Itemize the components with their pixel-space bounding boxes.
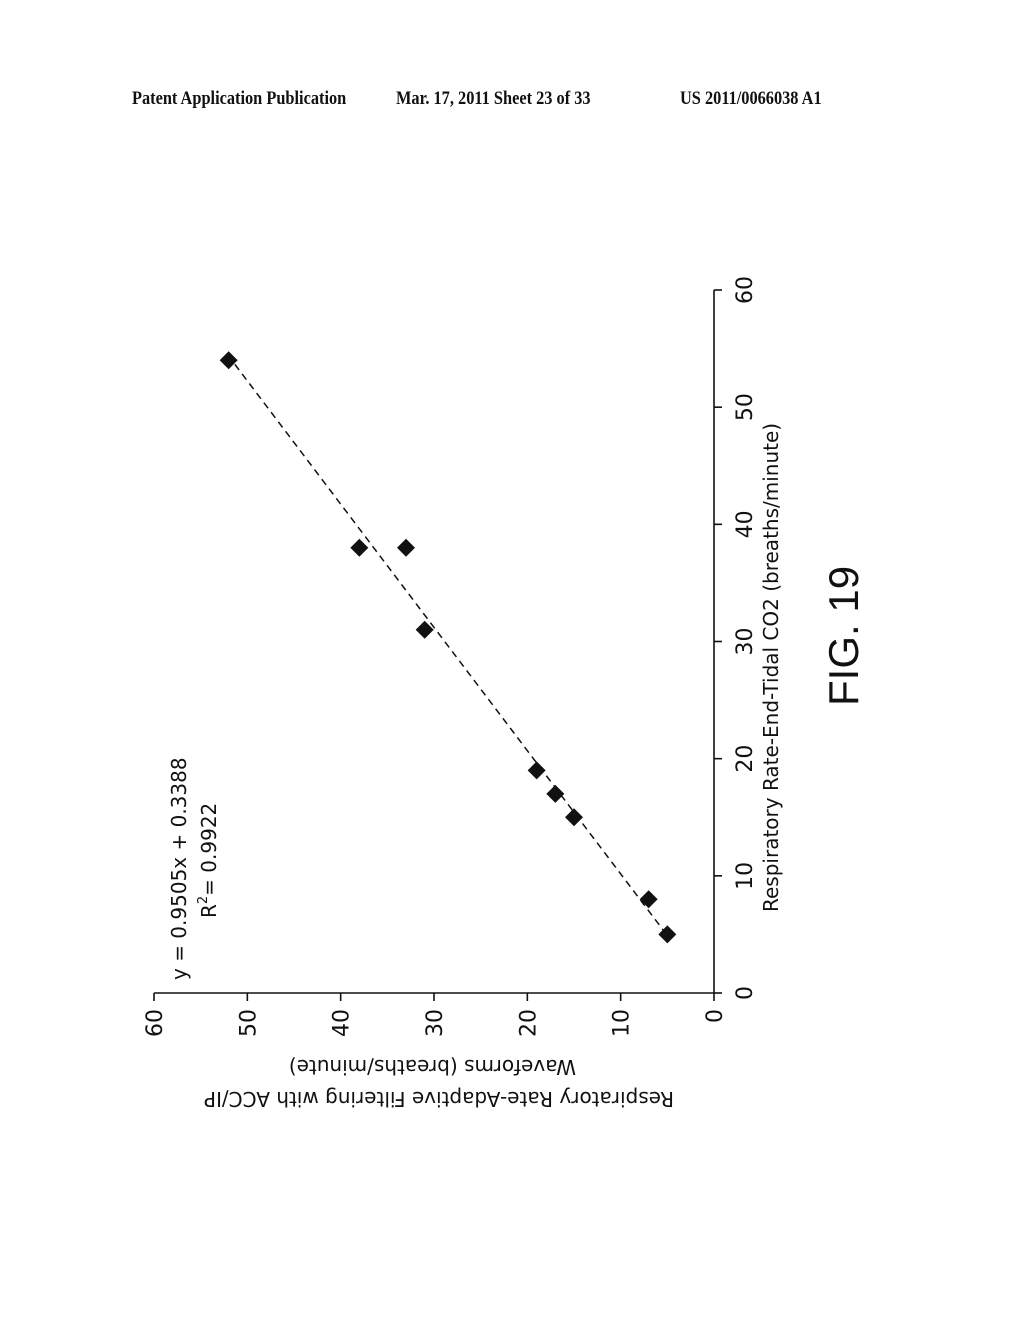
y-tick-label: 40 [330,1009,355,1037]
x-axis-label: Respiratory Rate-End-Tidal CO2 (breaths/… [759,423,783,912]
x-tick-label: 10 [733,862,758,890]
y-tick-label: 0 [703,1009,728,1023]
x-tick-label: 60 [733,276,758,304]
r-squared-value: = 0.9922 [197,803,221,896]
figure-label-text: FIG. 19 [820,566,867,706]
figure-label: FIG. 19 [820,566,867,706]
y-tick-label: 50 [236,1009,261,1037]
x-tick-label: 30 [733,628,758,656]
r-squared-prefix: R [197,904,221,918]
scatter-chart: 0 10 20 30 40 50 60 0 10 20 30 40 50 60 Respiratory … [143,276,867,1111]
r-squared-exponent: 2 [196,896,211,904]
r-squared: R2= 0.9922 [196,803,221,918]
data-point [397,538,415,557]
data-point [527,761,546,780]
data-point [219,351,238,370]
x-tick-label: 50 [733,393,758,421]
y-tick-label: 10 [610,1009,635,1037]
x-tick-label: 20 [733,745,758,773]
data-point [639,890,658,909]
y-tick-label: 30 [423,1009,448,1037]
y-ticks: 0 10 20 30 40 50 60 [143,993,728,1037]
y-axis-label-line1-text: Respiratory Rate-Adaptive Filtering with… [204,1087,674,1111]
data-point [565,808,583,827]
data-point [546,784,565,803]
trendline [231,359,668,935]
data-point [658,925,677,944]
regression-equation: y = 0.9505x + 0.3388 [167,757,191,980]
x-axis-label-text: Respiratory Rate-End-Tidal CO2 (breaths/… [759,423,783,912]
regression-equation-text: y = 0.9505x + 0.3388 [167,757,191,980]
y-axis-label-line2-text: Waveforms (breaths/minute) [289,1055,576,1079]
x-tick-label: 40 [733,510,758,538]
y-tick-label: 20 [516,1009,541,1037]
data-point [350,538,369,557]
y-axis-label-line2: Waveforms (breaths/minute) [289,1055,576,1079]
data-points [219,351,677,944]
axes [154,290,715,994]
x-ticks: 0 10 20 30 40 50 60 [714,276,758,1000]
x-tick-label: 0 [733,986,758,1000]
y-axis-label-line1: Respiratory Rate-Adaptive Filtering with… [204,1087,674,1111]
y-tick-label: 60 [143,1009,168,1037]
